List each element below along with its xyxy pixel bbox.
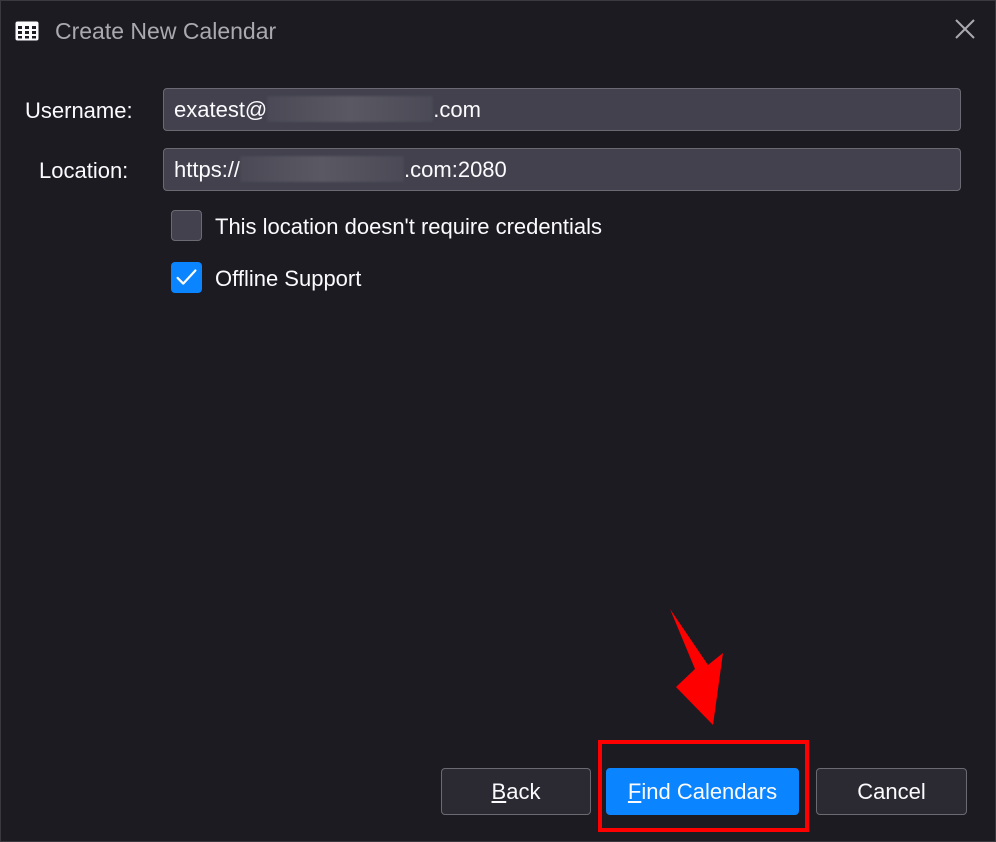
back-button[interactable]: Back: [441, 768, 591, 815]
username-value-prefix: exatest@: [174, 97, 268, 122]
redacted-text: [267, 96, 434, 123]
checkmark-icon: [176, 269, 197, 285]
location-label: Location:: [39, 158, 129, 183]
redacted-text: [240, 156, 405, 183]
red-down-arrow-icon: [670, 609, 723, 725]
no-credentials-checkbox[interactable]: [171, 210, 202, 241]
username-field[interactable]: exatest@ .com: [163, 88, 961, 131]
window-title: Create New Calendar: [55, 18, 277, 44]
location-value-suffix: .com:2080: [404, 157, 507, 182]
find-calendars-button[interactable]: Find Calendars: [606, 768, 799, 815]
create-calendar-dialog: Create New Calendar Username: exatest@ .c…: [0, 0, 996, 842]
no-credentials-label[interactable]: This location doesn't require credential…: [215, 213, 602, 241]
calendar-grid-icon: [15, 21, 39, 41]
location-field[interactable]: https:// .com:2080: [163, 148, 961, 191]
offline-support-checkbox[interactable]: [171, 262, 202, 293]
cancel-button[interactable]: Cancel: [816, 768, 967, 815]
close-icon[interactable]: [949, 13, 981, 45]
location-value-prefix: https://: [174, 157, 241, 182]
username-value-suffix: .com: [433, 97, 481, 122]
title-bar: Create New Calendar: [1, 1, 995, 61]
username-label: Username:: [25, 98, 133, 123]
offline-support-label[interactable]: Offline Support: [215, 265, 361, 293]
